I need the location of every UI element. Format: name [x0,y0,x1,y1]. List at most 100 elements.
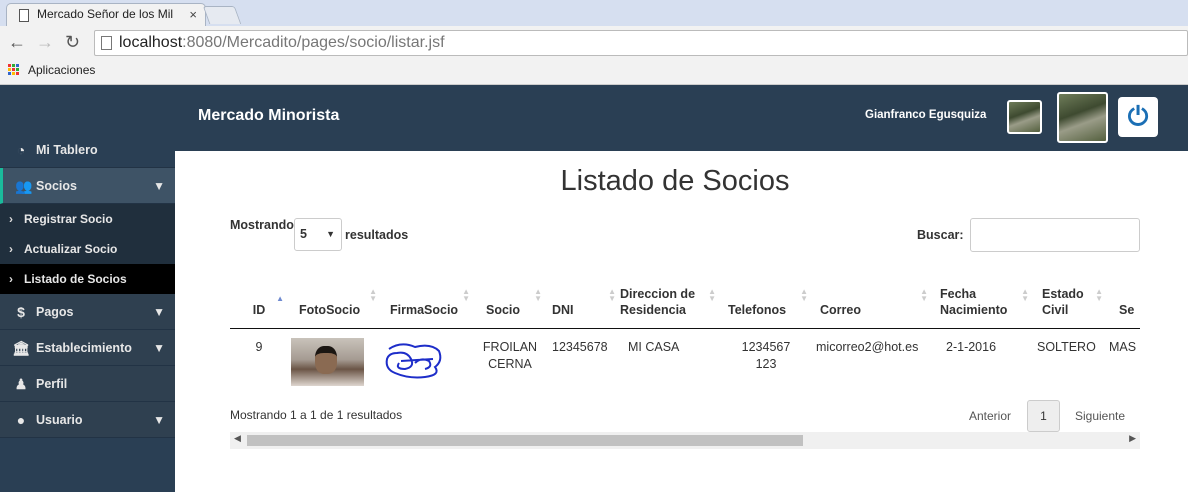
chevron-right-icon: › [9,242,13,256]
sort-icon: ▲ ▼ [800,286,808,303]
cell-firma [381,328,474,396]
socio-photo [291,337,364,386]
sidebar-item-label: Socios [36,179,77,193]
sidebar-item-perfil[interactable]: ♟ Perfil [0,366,175,402]
chevron-down-icon: ▼ [153,179,165,193]
page-size-select[interactable]: 5 ▼ [294,218,342,251]
column-header-id[interactable]: ID ▲ [230,256,288,329]
bookmarks-bar: Aplicaciones [0,59,1188,85]
sidebar-item-usuario[interactable]: ● Usuario ▼ [0,402,175,438]
address-bar[interactable]: localhost:8080/Mercadito/pages/socio/lis… [94,30,1188,56]
submenu-item-actualizar-socio[interactable]: › Actualizar Socio [0,234,175,264]
sidebar-item-establecimiento[interactable]: 🏛 Establecimiento ▼ [0,330,175,366]
sidebar-item-label: Pagos [36,305,74,319]
column-header-estado-civil[interactable]: Estado Civil ▲ ▼ [1033,256,1107,329]
main-content: Listado de Socios Mostrando 5 ▼ resultad… [175,151,1188,492]
cell-dni: 12345678 [546,328,620,396]
column-header-correo[interactable]: Correo ▲ ▼ [812,256,932,329]
column-label: FotoSocio [299,302,361,317]
results-label: resultados [345,228,409,242]
apps-bookmark[interactable]: Aplicaciones [28,59,95,81]
socios-table: ID ▲ FotoSocio ▲ ▼ FirmaSocio ▲ ▼ Socio ▲ ▼ DNI… [230,256,1140,396]
users-icon: 👥 [15,178,33,194]
sidebar-top [0,85,175,132]
column-header-dni[interactable]: DNI ▲ ▼ [546,256,620,329]
cell-foto [288,328,381,396]
column-header-socio[interactable]: Socio ▲ ▼ [474,256,546,329]
chevron-right-icon: › [9,272,13,286]
tab-title: Mercado Señor de los Mil [37,7,174,21]
power-icon[interactable]: ⏻ [1118,97,1158,137]
new-tab-button[interactable] [202,6,242,24]
sort-asc-icon: ▲ [276,293,284,303]
scroll-left-icon[interactable]: ◀ [234,433,241,444]
browser-tab[interactable]: Mercado Señor de los Mil × [6,3,206,26]
scroll-right-icon[interactable]: ▶ [1129,433,1136,444]
page-icon [19,9,29,22]
pagination-next[interactable]: Siguiente [1075,409,1125,423]
column-label: Correo [820,302,861,317]
sort-icon: ▲ ▼ [920,286,928,303]
socios-table-wrapper: ID ▲ FotoSocio ▲ ▼ FirmaSocio ▲ ▼ Socio ▲ ▼ DNI… [230,256,1140,396]
column-header-fecha-nacimiento[interactable]: Fecha Nacimiento ▲ ▼ [932,256,1033,329]
column-label: Telefonos [728,302,787,317]
reload-icon[interactable]: ↻ [65,31,80,53]
page-icon [101,36,112,50]
pagination-page-1[interactable]: 1 [1027,400,1060,432]
sidebar-item-pagos[interactable]: $ Pagos ▼ [0,294,175,330]
column-header-telefonos[interactable]: Telefonos ▲ ▼ [720,256,812,329]
browser-tab-strip: Mercado Señor de los Mil × [0,0,1188,26]
chevron-down-icon: ▼ [153,413,165,427]
user-avatar[interactable] [1007,100,1042,134]
user-avatar-large[interactable] [1057,92,1108,143]
sidebar: ◔ Mi Tablero 👥 Socios ▼ › Registrar Soci… [0,85,175,492]
sort-icon: ▲ ▼ [608,286,616,303]
cell-telefonos: 1234567 123 [720,328,812,396]
socio-name-line1: FROILAN [482,339,538,354]
sort-icon: ▲ ▼ [534,286,542,303]
apps-grid-icon [8,64,20,76]
back-icon[interactable]: ← [8,31,26,53]
column-header-sexo[interactable]: Se [1107,256,1140,329]
caret-down-icon: ▼ [326,229,335,239]
search-input[interactable] [970,218,1140,252]
column-label: Se [1119,302,1135,317]
sidebar-item-label: Mi Tablero [36,143,98,157]
sidebar-item-label: Perfil [36,377,68,391]
column-header-fotosocio[interactable]: FotoSocio ▲ ▼ [288,256,381,329]
user-name: Gianfranco Egusquiza [865,109,987,121]
sidebar-item-label: Establecimiento [36,341,132,355]
cell-fecha-nacimiento: 2-1-2016 [932,328,1033,396]
submenu-item-listado-socios[interactable]: › Listado de Socios [0,264,175,294]
browser-toolbar: ← → ↻ localhost:8080/Mercadito/pages/soc… [0,26,1188,59]
pagination-previous[interactable]: Anterior [969,409,1011,423]
sort-icon: ▲ ▼ [1021,286,1029,303]
cell-estado-civil: SOLTERO [1033,328,1107,396]
close-icon[interactable]: × [189,4,197,25]
sidebar-item-label: Usuario [36,413,83,427]
cell-socio: FROILAN CERNA [474,328,546,396]
forward-icon[interactable]: → [36,31,54,53]
socio-name-line2: CERNA [488,356,532,371]
cell-correo: micorreo2@hot.es [812,328,932,396]
chevron-down-icon: ▼ [153,305,165,319]
horizontal-scrollbar[interactable]: ◀ ▶ [230,432,1140,449]
column-header-firmasocio[interactable]: FirmaSocio ▲ ▼ [381,256,474,329]
scrollbar-thumb[interactable] [247,435,803,446]
brand-title[interactable]: Mercado Minorista [198,107,339,125]
profile-icon: ♟ [14,376,28,392]
column-label: Socio [486,302,521,317]
telefono-line1: 1234567 [741,339,791,354]
sidebar-item-mi-tablero[interactable]: ◔ Mi Tablero [0,132,175,168]
showing-label: Mostrando [230,218,294,232]
column-label: DNI [552,302,574,317]
url-host: localhost [119,34,183,51]
submenu-item-registrar-socio[interactable]: › Registrar Socio [0,204,175,234]
column-header-direccion[interactable]: Direccion de Residencia ▲ ▼ [620,256,720,329]
column-label: Direccion de Residencia [620,286,696,317]
submenu-item-label: Actualizar Socio [24,242,118,256]
sidebar-item-socios[interactable]: 👥 Socios ▼ [0,168,175,204]
page-title: Listado de Socios [560,165,790,197]
table-row[interactable]: 9 FROILAN CERNA 12345678 MI CASA 1234567… [230,328,1140,396]
socios-submenu: › Registrar Socio › Actualizar Socio › L… [0,204,175,294]
